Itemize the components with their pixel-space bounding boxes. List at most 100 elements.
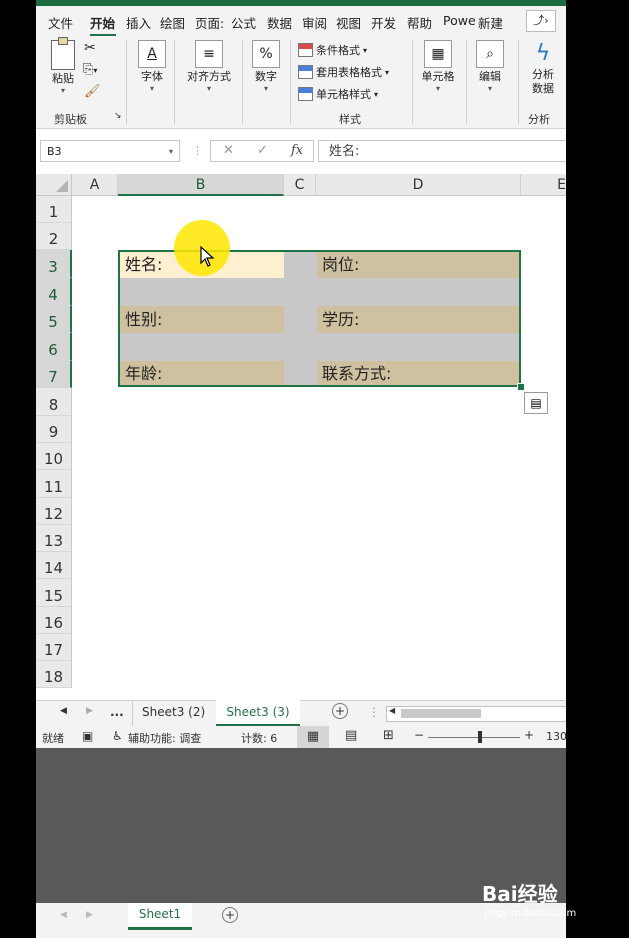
tab-help[interactable]: 帮助 [407,13,432,32]
analyze-label-2: 数据 [532,82,554,95]
tab-home[interactable]: 开始 [90,13,115,32]
accessibility-icon[interactable]: ♿ [112,729,123,743]
row-header-9[interactable]: 9 [36,416,72,443]
cells-button[interactable]: ▦ 单元格 ▾ [418,40,458,94]
row-header-11[interactable]: 11 [36,470,72,498]
cell-d7[interactable]: 联系方式: [317,361,519,385]
column-header-a[interactable]: A [72,174,118,196]
copy-icon[interactable]: ⎘▾ [83,62,97,77]
dialog-launcher-icon[interactable]: ↘ [114,111,122,121]
chevron-down-icon: ▾ [435,84,440,93]
more-sheets-button[interactable]: ... [110,705,124,719]
column-header-d[interactable]: D [316,174,521,196]
tab-data[interactable]: 数据 [267,13,292,32]
column-header-b[interactable]: B [118,174,284,196]
cancel-icon[interactable]: ✕ [223,143,234,158]
scroll-left-icon[interactable]: ◀ [389,706,395,715]
formula-input[interactable]: 姓名: [318,140,566,162]
percent-icon: % [252,40,280,68]
format-painter-icon[interactable]: 🖌 [84,84,101,99]
row-header-5[interactable]: 5 [36,306,72,333]
paste-button[interactable]: 粘贴 ▾ [46,37,80,96]
select-all-corner[interactable] [36,174,72,196]
row-header-15[interactable]: 15 [36,579,72,607]
row-header-13[interactable]: 13 [36,525,72,552]
tab-file[interactable]: 文件 [48,13,73,32]
conditional-format-button[interactable]: 条件格式 ▾ [298,42,367,58]
table-format-button[interactable]: 套用表格格式 ▾ [298,64,389,80]
confirm-icon[interactable]: ✓ [257,143,268,158]
cells-icon: ▦ [424,40,452,68]
tab-review[interactable]: 审阅 [302,13,327,32]
cell-d3[interactable]: 岗位: [317,252,519,278]
row-header-3[interactable]: 3 [36,250,72,278]
cell-b7[interactable]: 年龄: [120,361,284,385]
scroll-right-icon[interactable]: ▶ [86,706,93,716]
tab-new[interactable]: 新建 [478,13,503,32]
page-break-icon[interactable]: ⊞ [383,728,394,743]
row-header-6[interactable]: 6 [36,333,72,361]
column-header-e[interactable]: E [521,174,566,196]
row-header-17[interactable]: 17 [36,634,72,661]
row-header-7[interactable]: 7 [36,361,72,388]
horizontal-scrollbar[interactable]: ◀ [386,706,566,722]
splitter-icon[interactable]: ⋮ [368,705,380,719]
insert-function-icon[interactable]: fx [291,143,303,158]
name-box-value: B3 [47,145,62,158]
row-header-14[interactable]: 14 [36,552,72,579]
number-button[interactable]: % 数字 ▾ [248,40,284,94]
share-icon[interactable]: ⤴› [526,10,556,32]
tab-developer[interactable]: 开发 [371,13,396,32]
zoom-in-icon[interactable]: + [524,728,534,742]
row-header-8[interactable]: 8 [36,388,72,416]
name-box[interactable]: B3 ▾ [40,140,180,162]
chevron-down-icon[interactable]: ▾ [169,141,173,163]
scroll-left-icon[interactable]: ◀ [60,706,67,716]
scroll-right-icon[interactable]: ▶ [86,910,93,920]
tab-insert[interactable]: 插入 [126,13,151,32]
font-button[interactable]: A 字体 ▾ [134,40,170,94]
cell-style-button[interactable]: 单元格样式 ▾ [298,86,378,102]
sheet-tab-sheet1[interactable]: Sheet1 [128,903,192,930]
zoom-level[interactable]: 130 [546,730,566,743]
row-header-4[interactable]: 4 [36,278,72,306]
column-header-c[interactable]: C [284,174,316,196]
row-header-18[interactable]: 18 [36,661,72,688]
edit-button[interactable]: ⌕ 编辑 ▾ [472,40,508,94]
row-header-10[interactable]: 10 [36,443,72,470]
zoom-out-icon[interactable]: − [414,728,424,742]
tab-draw[interactable]: 绘图 [160,13,185,32]
analyze-data-button[interactable]: ϟ 分析 数据 [524,40,562,96]
normal-view-icon[interactable]: ▦ [297,726,329,748]
accessibility-status[interactable]: 辅助功能: 调查 [128,730,201,746]
cut-icon[interactable]: ✂ [84,40,96,56]
row-header-2[interactable]: 2 [36,223,72,250]
fill-handle[interactable] [517,383,525,391]
zoom-slider[interactable] [428,737,520,738]
row-header-12[interactable]: 12 [36,498,72,525]
cell-b5[interactable]: 性别: [120,306,284,333]
row-header-16[interactable]: 16 [36,607,72,634]
drag-handle-icon[interactable]: ⋮ [192,144,203,157]
scrollbar-thumb[interactable] [401,709,481,718]
add-sheet-icon[interactable]: + [332,703,348,719]
chevron-down-icon: ▾ [487,84,492,93]
cell-d5[interactable]: 学历: [317,306,519,333]
page-layout-icon[interactable]: ▤ [345,728,357,743]
align-button[interactable]: ≡ 对齐方式 ▾ [180,40,238,94]
count-status: 计数: 6 [241,732,278,745]
mouse-pointer-icon [200,246,215,267]
tab-view[interactable]: 视图 [336,13,361,32]
add-sheet-icon[interactable]: + [222,907,238,923]
sheet-tab-inactive[interactable]: Sheet3 (2) [142,705,205,719]
row-header-1[interactable]: 1 [36,196,72,223]
tab-power[interactable]: Powe [443,13,476,28]
scroll-left-icon[interactable]: ◀ [60,910,67,920]
tab-formulas[interactable]: 公式 [231,13,256,32]
quick-analysis-icon[interactable]: ▤ [524,392,548,414]
font-label: 字体 [141,70,163,83]
zoom-slider-thumb[interactable] [478,731,482,743]
tab-page-layout[interactable]: 页面: [195,13,224,32]
sheet-tab-active[interactable]: Sheet3 (3) [216,700,300,727]
macro-icon[interactable]: ▣ [82,729,93,743]
